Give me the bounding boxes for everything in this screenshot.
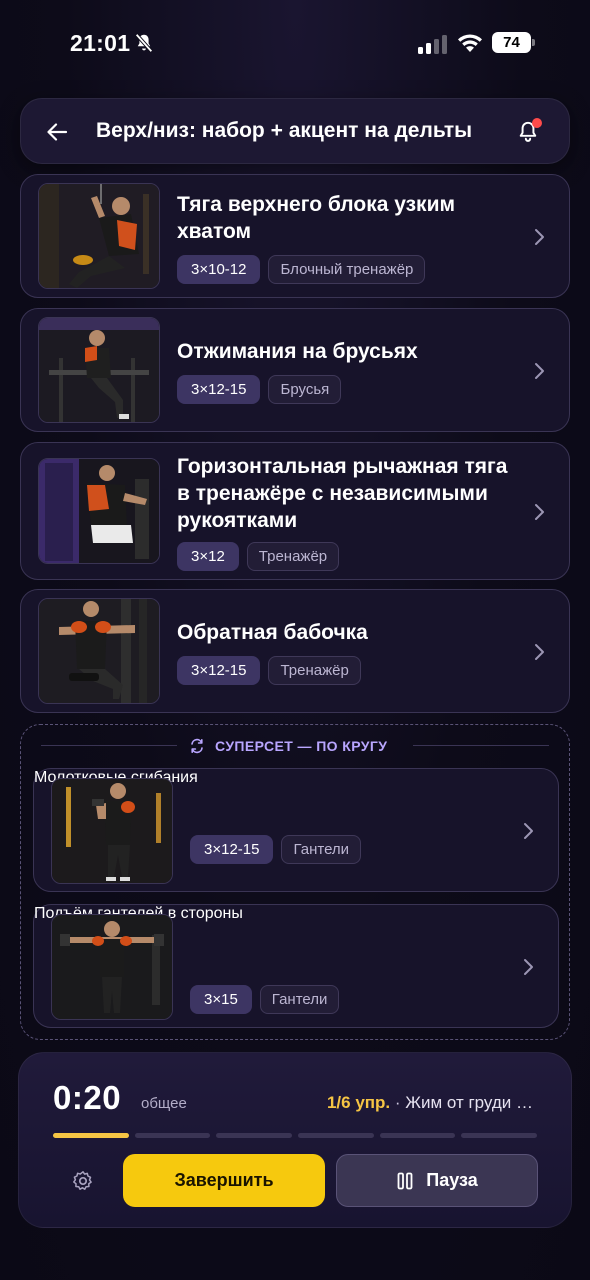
battery-indicator: 74 bbox=[492, 32, 536, 54]
finish-button[interactable]: Завершить bbox=[123, 1154, 325, 1207]
progress-segment bbox=[53, 1133, 129, 1138]
exercise-thumbnail bbox=[38, 458, 160, 564]
sets-badge: 3×12-15 bbox=[177, 656, 261, 685]
exercise-card[interactable]: Подъём гантелей в стороны 3×15 Гантели bbox=[33, 904, 559, 1028]
back-arrow-icon[interactable] bbox=[45, 120, 69, 144]
page-title: Верх/низ: набор + акцент на дельты bbox=[96, 119, 473, 142]
current-exercise: Жим от груди … bbox=[405, 1093, 533, 1112]
exercise-card[interactable]: Горизонтальная рычажная тяга в тренажёре… bbox=[20, 442, 570, 580]
repeat-icon bbox=[191, 738, 203, 754]
chevron-right-icon bbox=[535, 504, 544, 520]
gear-icon[interactable] bbox=[71, 1169, 95, 1193]
superset-label: СУПЕРСЕТ — ПО КРУГУ bbox=[215, 738, 388, 754]
chevron-right-icon bbox=[535, 644, 544, 660]
exercise-thumbnail bbox=[38, 317, 160, 423]
exercise-card[interactable]: Тяга верхнего блока узким хватом 3×10-12… bbox=[20, 174, 570, 298]
pause-icon bbox=[397, 1172, 413, 1189]
progress-segment bbox=[298, 1133, 374, 1138]
sets-badge: 3×10-12 bbox=[177, 255, 261, 284]
exercise-thumbnail bbox=[38, 183, 160, 289]
chevron-right-icon bbox=[524, 959, 533, 975]
chevron-right-icon bbox=[535, 229, 544, 245]
progress-segment bbox=[379, 1133, 456, 1138]
progress-segment bbox=[461, 1133, 538, 1138]
cellular-signal-icon bbox=[418, 35, 447, 54]
status-bar: 21:01 74 bbox=[0, 0, 590, 90]
equipment-badge: Тренажёр bbox=[268, 656, 361, 685]
chevron-right-icon bbox=[524, 823, 533, 839]
progress-segment bbox=[134, 1133, 211, 1138]
progress-separator: · bbox=[390, 1093, 406, 1112]
progress-count: 1/6 упр. bbox=[326, 1093, 391, 1112]
equipment-badge: Брусья bbox=[268, 375, 342, 404]
exercise-title: Горизонтальная рычажная тяга в тренажёре… bbox=[177, 455, 508, 532]
exercise-progress: 1/6 упр. · Жим от груди … bbox=[327, 1093, 533, 1113]
exercise-card[interactable]: Отжимания на брусьях 3×12-15 Брусья bbox=[20, 308, 570, 432]
sets-badge: 3×12 bbox=[177, 542, 239, 571]
progress-segments bbox=[53, 1133, 538, 1138]
bell-off-icon bbox=[135, 33, 153, 53]
progress-segment bbox=[216, 1133, 293, 1138]
exercise-thumbnail bbox=[51, 914, 173, 1020]
battery-level: 74 bbox=[492, 32, 531, 53]
exercise-title: Отжимания на брусьях bbox=[177, 340, 418, 363]
exercise-title: Обратная бабочка bbox=[177, 621, 368, 644]
wifi-icon bbox=[458, 34, 482, 52]
workout-header: Верх/низ: набор + акцент на дельты bbox=[20, 98, 570, 164]
session-timer: 0:20 bbox=[53, 1079, 122, 1116]
timer-label: общее bbox=[141, 1095, 187, 1112]
sets-badge: 3×12-15 bbox=[177, 375, 261, 404]
equipment-badge: Гантели bbox=[281, 835, 362, 864]
exercise-thumbnail bbox=[51, 778, 173, 884]
sets-badge: 3×12-15 bbox=[190, 835, 274, 864]
exercise-title: Тяга верхнего блока узким хватом bbox=[177, 193, 456, 243]
chevron-right-icon bbox=[535, 363, 544, 379]
exercise-thumbnail bbox=[38, 598, 160, 704]
sets-badge: 3×15 bbox=[190, 985, 252, 1014]
pause-button[interactable]: Пауза bbox=[336, 1154, 538, 1207]
pause-label: Пауза bbox=[426, 1170, 478, 1190]
equipment-badge: Гантели bbox=[259, 985, 340, 1014]
equipment-badge: Тренажёр bbox=[246, 542, 340, 571]
status-time: 21:01 bbox=[70, 30, 131, 56]
exercise-card[interactable]: Обратная бабочка 3×12-15 Тренажёр bbox=[20, 589, 570, 713]
session-panel: 0:20 общее 1/6 упр. · Жим от груди … Зав… bbox=[18, 1052, 572, 1228]
notification-badge bbox=[532, 118, 542, 128]
superset-group: СУПЕРСЕТ — ПО КРУГУ Молотковые сгибания … bbox=[20, 724, 570, 1040]
exercise-card[interactable]: Молотковые сгибания 3×12-15 Гантели bbox=[33, 768, 559, 892]
equipment-badge: Блочный тренажёр bbox=[268, 255, 426, 284]
